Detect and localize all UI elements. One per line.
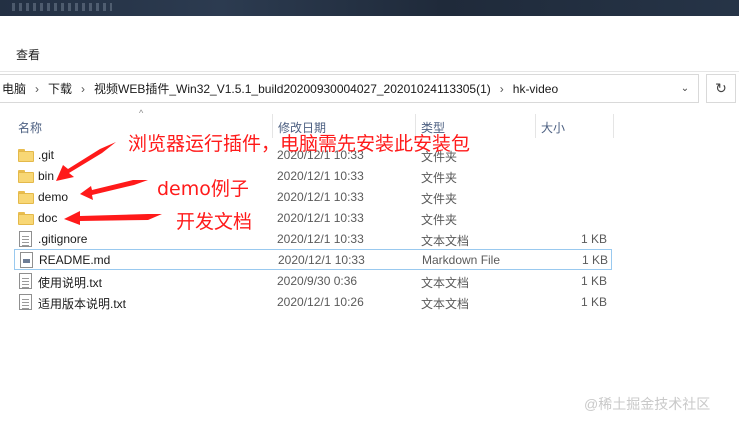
ribbon-tab-view[interactable]: 查看 <box>16 46 40 63</box>
file-name: .gitignore <box>38 232 88 246</box>
column-size[interactable]: 大小 <box>541 119 565 136</box>
breadcrumb-downloads[interactable]: 下载 <box>45 80 75 97</box>
file-date: 2020/9/30 0:36 <box>277 274 358 288</box>
text-file-icon <box>19 273 32 289</box>
file-type: 文件夹 <box>421 171 458 185</box>
sort-up-icon: ^ <box>139 108 144 118</box>
file-row-bin[interactable]: bin 2020/12/1 10:33 文件夹 <box>14 166 612 187</box>
folder-icon <box>18 212 34 225</box>
address-row: 电脑 › 下载 › 视频WEB插件_Win32_V1.5.1_build2020… <box>0 74 739 104</box>
chevron-down-icon[interactable]: ⌄ <box>672 75 698 102</box>
annotation-demo: demo例子 <box>157 178 249 200</box>
window-background-strip <box>0 0 739 16</box>
file-name: doc <box>38 211 58 225</box>
file-type: 文本文档 <box>421 276 470 290</box>
text-file-icon <box>19 294 32 310</box>
file-type: 文本文档 <box>421 297 470 311</box>
watermark: @稀土掘金技术社区 <box>584 396 711 412</box>
breadcrumb-hk-video[interactable]: hk-video <box>510 82 561 96</box>
chevron-right-icon: › <box>81 81 86 96</box>
file-date: 2020/12/1 10:33 <box>277 232 364 246</box>
folder-icon <box>18 149 34 162</box>
file-date: 2020/12/1 10:33 <box>277 211 364 225</box>
chevron-right-icon: › <box>499 81 504 96</box>
file-name: .git <box>38 148 55 162</box>
column-divider[interactable] <box>613 114 614 138</box>
column-divider[interactable] <box>535 114 536 138</box>
address-bar[interactable]: 电脑 › 下载 › 视频WEB插件_Win32_V1.5.1_build2020… <box>0 74 699 103</box>
file-size: 1 KB <box>580 274 607 288</box>
file-size: 1 KB <box>581 253 608 267</box>
file-name: bin <box>38 169 55 183</box>
breadcrumb-pc[interactable]: 电脑 <box>0 80 29 97</box>
markdown-file-icon <box>20 252 33 268</box>
refresh-icon: ↻ <box>715 80 727 96</box>
file-name: 适用版本说明.txt <box>38 297 127 311</box>
file-size: 1 KB <box>580 295 607 309</box>
annotation-doc: 开发文档 <box>176 211 253 233</box>
column-name[interactable]: 名称 <box>18 119 42 136</box>
file-row-version-txt[interactable]: 适用版本说明.txt 2020/12/1 10:26 文本文档 1 KB <box>14 292 612 313</box>
folder-icon <box>18 191 34 204</box>
file-date: 2020/12/1 10:33 <box>277 169 364 183</box>
file-name: 使用说明.txt <box>38 276 103 290</box>
refresh-button[interactable]: ↻ <box>706 74 736 103</box>
file-name: demo <box>38 190 69 204</box>
file-date: 2020/12/1 10:33 <box>277 190 364 204</box>
breadcrumb-plugin-folder[interactable]: 视频WEB插件_Win32_V1.5.1_build20200930004027… <box>91 80 494 97</box>
annotation-bin: 浏览器运行插件，电脑需先安装此安装包 <box>128 133 471 155</box>
file-row-readme[interactable]: README.md 2020/12/1 10:33 Markdown File … <box>14 249 612 270</box>
file-size: 1 KB <box>580 232 607 246</box>
background-texture <box>12 3 112 11</box>
chevron-right-icon: › <box>35 81 40 96</box>
file-type: 文本文档 <box>421 234 470 248</box>
folder-icon <box>18 170 34 183</box>
file-date: 2020/12/1 10:33 <box>278 253 365 267</box>
text-file-icon <box>19 231 32 247</box>
file-row-usage-txt[interactable]: 使用说明.txt 2020/9/30 0:36 文本文档 1 KB <box>14 271 612 292</box>
file-row-gitignore[interactable]: .gitignore 2020/12/1 10:33 文本文档 1 KB <box>14 229 612 250</box>
file-name: README.md <box>39 253 111 267</box>
ribbon: 查看 <box>0 16 739 72</box>
file-type: 文件夹 <box>421 213 458 227</box>
file-type: 文件夹 <box>421 192 458 206</box>
file-row-demo[interactable]: demo 2020/12/1 10:33 文件夹 <box>14 187 612 208</box>
file-date: 2020/12/1 10:26 <box>277 295 364 309</box>
file-type: Markdown File <box>422 253 501 267</box>
file-row-doc[interactable]: doc 2020/12/1 10:33 文件夹 <box>14 208 612 229</box>
